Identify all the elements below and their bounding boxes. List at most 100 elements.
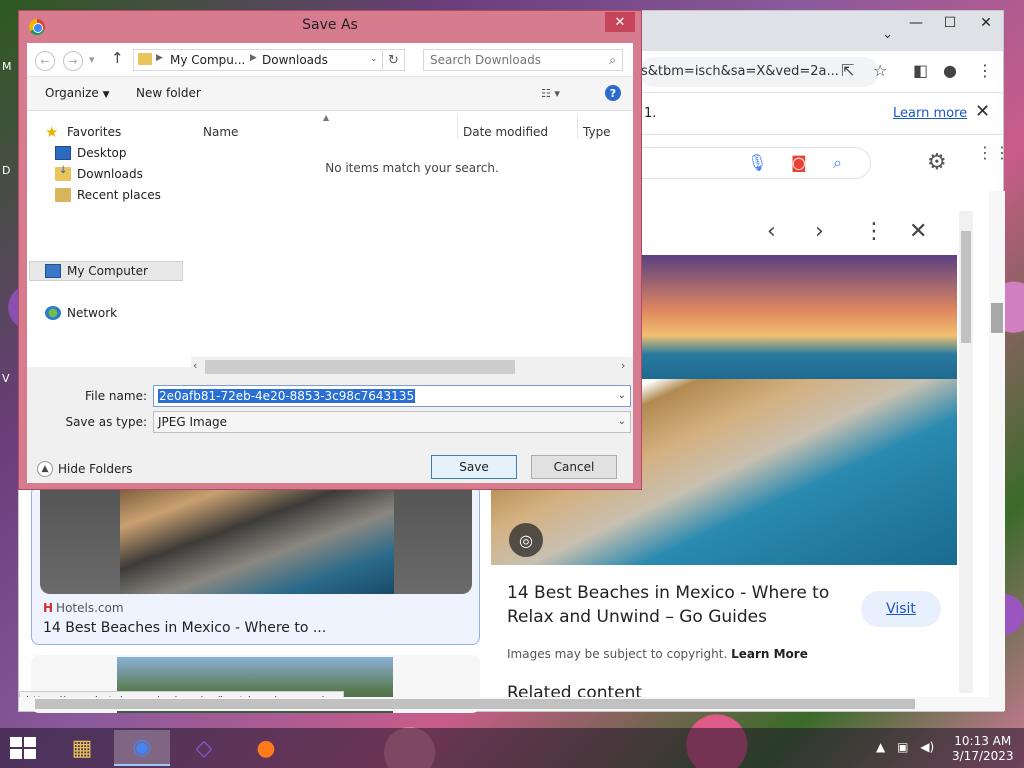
volume-icon[interactable]: ◀) — [920, 740, 934, 754]
search-input[interactable] — [424, 50, 594, 70]
copyright-text: Images may be subject to copyright. — [507, 647, 728, 661]
tree-item-label: My Computer — [67, 264, 148, 278]
clock-time: 10:13 AM — [954, 734, 1012, 748]
horizontal-scrollbar[interactable] — [19, 697, 989, 711]
system-clock[interactable]: 10:13 AM 3/17/2023 — [952, 734, 1014, 764]
apps-grid-icon[interactable]: ⋮⋮ — [977, 145, 1011, 161]
gear-icon[interactable]: ⚙ — [927, 150, 947, 175]
result-title[interactable]: 14 Best Beaches in Mexico - Where to ... — [43, 620, 326, 636]
learn-more-link[interactable]: Learn more — [893, 106, 967, 121]
panel-scrollbar[interactable] — [959, 211, 973, 693]
horizontal-scrollbar-thumb[interactable] — [35, 699, 915, 709]
search-icon[interactable]: ⌕ — [609, 53, 616, 68]
tree-item-recent-places[interactable]: Recent places — [55, 188, 161, 202]
file-name-value[interactable]: 2e0afb81-72eb-4e20-8853-3c98c7643135 — [158, 389, 416, 403]
recent-locations-chevron-icon[interactable]: ▾ — [89, 53, 95, 66]
result-thumbnail[interactable] — [40, 486, 472, 594]
file-list-scrollbar[interactable]: ‹ › — [191, 357, 633, 377]
page-scrollbar-thumb[interactable] — [991, 303, 1003, 333]
tree-item-network[interactable]: Network — [45, 306, 117, 320]
column-header-type[interactable]: Type — [583, 125, 611, 139]
address-breadcrumb[interactable]: ▶ My Compu... ▶ Downloads ⌄ — [133, 49, 383, 71]
side-panel-icon[interactable]: ◧ — [913, 61, 928, 80]
result-source: H Hotels.com — [43, 601, 124, 615]
dialog-body: ← → ▾ ↑ ▶ My Compu... ▶ Downloads ⌄ ↻ ⌕ … — [27, 43, 633, 483]
computer-icon — [45, 264, 61, 278]
refresh-icon[interactable]: ↻ — [383, 49, 405, 71]
scroll-left-icon[interactable]: ‹ — [193, 359, 197, 372]
back-arrow-icon[interactable]: ← — [35, 51, 55, 71]
tray-expand-icon[interactable]: ▲ — [876, 740, 885, 754]
scroll-right-icon[interactable]: › — [621, 359, 625, 372]
close-icon[interactable]: ✕ — [909, 219, 927, 244]
maximize-button[interactable]: ☐ — [933, 11, 967, 35]
minimize-button[interactable]: — — [899, 11, 933, 35]
save-button[interactable]: Save — [431, 455, 517, 479]
tree-item-favorites[interactable]: ★ Favorites — [45, 123, 121, 141]
windows-start-icon[interactable] — [10, 737, 38, 759]
info-bar-text: 1. — [644, 106, 657, 121]
next-chevron-icon[interactable]: › — [815, 219, 824, 244]
camera-lens-icon[interactable]: ◙ — [791, 153, 807, 172]
network-icon[interactable]: ▣ — [897, 740, 908, 754]
cancel-button[interactable]: Cancel — [531, 455, 617, 479]
visit-button[interactable]: Visit — [861, 591, 941, 627]
help-icon[interactable]: ? — [605, 85, 621, 101]
tree-item-downloads[interactable]: Downloads — [55, 165, 143, 181]
tab-search-chevron-icon[interactable]: ⌄ — [882, 27, 893, 42]
panel-scrollbar-thumb[interactable] — [961, 231, 971, 343]
tree-item-desktop[interactable]: Desktop — [55, 146, 127, 160]
address-dropdown-icon[interactable]: ⌄ — [370, 54, 378, 64]
chevron-down-icon[interactable]: ⌄ — [618, 416, 626, 427]
column-divider[interactable] — [457, 115, 458, 139]
organize-label: Organize — [45, 86, 99, 100]
preview-title[interactable]: 14 Best Beaches in Mexico - Where to Rel… — [507, 581, 837, 629]
search-icon[interactable]: ⌕ — [833, 153, 842, 173]
breadcrumb-downloads[interactable]: Downloads — [262, 53, 328, 67]
copyright-learn-more-link[interactable]: Learn More — [731, 647, 808, 661]
navigation-tree: ★ Favorites Desktop Downloads Recent plac… — [27, 111, 191, 367]
chevron-down-icon[interactable]: ⌄ — [618, 390, 626, 401]
column-header-name[interactable]: Name — [203, 125, 238, 139]
google-lens-icon[interactable]: ◎ — [509, 523, 543, 557]
star-icon: ★ — [45, 123, 59, 141]
page-scrollbar[interactable] — [989, 191, 1005, 711]
column-header-date-modified[interactable]: Date modified — [463, 125, 548, 139]
menu-kebab-icon[interactable]: ⋮ — [977, 61, 993, 80]
organize-menu[interactable]: Organize ▼ — [45, 86, 110, 100]
chrome-taskbar-icon[interactable]: ◉ — [114, 730, 170, 766]
file-name-field[interactable]: 2e0afb81-72eb-4e20-8853-3c98c7643135 ⌄ — [153, 385, 631, 407]
profile-avatar-icon[interactable]: ● — [943, 61, 957, 80]
dialog-close-button[interactable]: ✕ — [605, 12, 635, 32]
close-icon[interactable]: ✕ — [975, 101, 990, 122]
view-options-icon[interactable]: ☷ ▾ — [541, 87, 560, 100]
breadcrumb-separator-icon[interactable]: ▶ — [156, 53, 163, 63]
bookmark-star-icon[interactable]: ☆ — [873, 61, 887, 80]
more-options-icon[interactable]: ⋮ — [863, 219, 885, 244]
desktop-icon-label: D — [2, 164, 11, 177]
downloads-folder-icon — [55, 165, 71, 181]
close-window-button[interactable]: ✕ — [969, 11, 1003, 35]
forward-arrow-icon[interactable]: → — [63, 51, 83, 71]
column-divider[interactable] — [577, 115, 578, 139]
breadcrumb-separator-icon[interactable]: ▶ — [250, 53, 257, 63]
tree-item-my-computer[interactable]: My Computer — [45, 264, 148, 278]
breadcrumb-my-computer[interactable]: My Compu... — [170, 53, 245, 67]
microphone-icon[interactable]: 🎙 — [747, 153, 767, 172]
up-arrow-icon[interactable]: ↑ — [111, 49, 124, 67]
hide-folders-toggle[interactable]: ▲ Hide Folders — [37, 461, 133, 477]
search-downloads-box[interactable]: ⌕ — [423, 49, 623, 71]
tree-item-label: Network — [67, 306, 118, 320]
network-icon — [45, 306, 61, 320]
save-as-type-select[interactable]: JPEG Image ⌄ — [153, 411, 631, 433]
new-folder-button[interactable]: New folder — [136, 86, 201, 100]
dialog-navigation-bar: ← → ▾ ↑ ▶ My Compu... ▶ Downloads ⌄ ↻ ⌕ — [27, 43, 633, 77]
visual-studio-icon[interactable]: ◇ — [176, 730, 232, 766]
firefox-icon[interactable]: ● — [238, 730, 294, 766]
file-list-scrollbar-thumb[interactable] — [205, 360, 515, 374]
file-explorer-icon[interactable]: ▦ — [54, 730, 110, 766]
chevron-up-icon: ▲ — [37, 461, 53, 477]
previous-chevron-icon[interactable]: ‹ — [767, 219, 776, 244]
tree-item-label: Recent places — [77, 188, 161, 202]
share-icon[interactable]: ⇱ — [841, 61, 854, 80]
